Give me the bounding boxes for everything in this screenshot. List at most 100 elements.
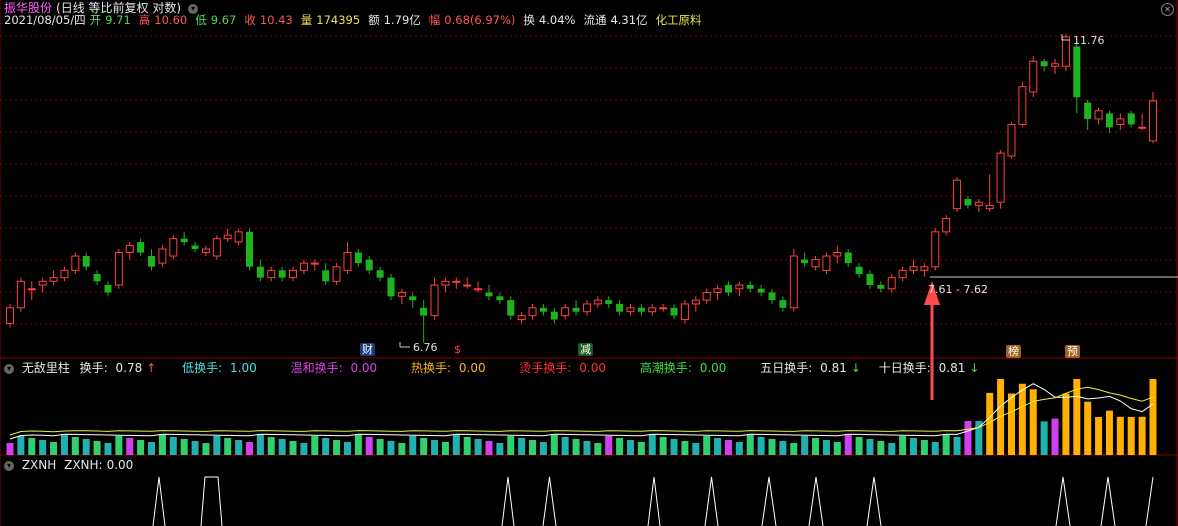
turnover-bar xyxy=(452,435,460,455)
quote-bar: 2021/08/05/四开 9.71 高 10.60 低 9.67 收 10.43 量 17439… xyxy=(4,13,702,27)
turnover-bar xyxy=(790,443,798,455)
candle-up xyxy=(626,307,635,313)
indicator2-name[interactable]: ZXNH xyxy=(22,458,56,472)
float-value: 4.31亿 xyxy=(610,13,648,27)
candle-up xyxy=(267,269,276,279)
min-price-label: 6.76 xyxy=(413,341,438,354)
turnover-bar xyxy=(812,438,820,455)
turnover-bar xyxy=(1138,416,1146,455)
indicator2-chevron-icon[interactable]: ▾ xyxy=(4,460,14,471)
turnover-bar xyxy=(202,443,210,455)
candle-down xyxy=(866,273,874,286)
turnover-bar xyxy=(997,379,1005,455)
candle-down xyxy=(420,307,428,316)
finance-badge[interactable]: 财 xyxy=(360,343,375,356)
turnover-bar xyxy=(539,442,547,455)
close-icon[interactable]: ✕ xyxy=(1161,3,1174,16)
reduce-badge[interactable]: 减 xyxy=(578,343,593,356)
candle-down xyxy=(1127,113,1135,125)
turnover-bar xyxy=(899,436,907,455)
turnover-bar xyxy=(768,439,776,455)
turnover-bar xyxy=(616,438,624,455)
candle-up xyxy=(212,238,221,257)
industry-label: 化工原料 xyxy=(655,13,702,27)
forecast-badge[interactable]: 预 xyxy=(1065,345,1080,358)
candle-up xyxy=(1007,123,1016,157)
candle-up xyxy=(441,280,450,286)
candle-up xyxy=(474,288,483,291)
range-label: 7.61 - 7.62 xyxy=(928,283,988,296)
turnover-bar xyxy=(822,440,830,455)
turnover-bar xyxy=(289,441,297,455)
candle-up xyxy=(931,231,940,268)
candle-down xyxy=(616,303,624,312)
turnover-bar xyxy=(518,438,526,455)
turnover-bar xyxy=(626,440,634,455)
rank-badge[interactable]: 榜 xyxy=(1006,345,1021,358)
turnover-bar xyxy=(1040,421,1048,455)
indicator1-chevron-icon[interactable]: ▾ xyxy=(4,363,14,374)
ind-10day-turnover: 十日换手: 0.81 ↓ xyxy=(878,361,980,375)
indicator1-header: ▾ 无敌里柱 换手: 0.78 ↑ 低换手: 1.00 温和换手: 0.00 热换… xyxy=(4,360,987,376)
candle-down xyxy=(757,288,765,293)
signal-triangle xyxy=(501,476,515,526)
turnover-bar xyxy=(550,435,558,455)
candle-up xyxy=(702,292,711,301)
turnover-bar xyxy=(801,436,809,455)
candle-up xyxy=(593,299,602,305)
ind-turnover: 换手: 0.78 ↑ xyxy=(79,361,157,375)
indicator2-label: ZXNH: xyxy=(64,458,103,472)
candle-up xyxy=(909,266,918,271)
candle-up xyxy=(985,204,994,210)
chart-canvas: 11.76 6.76 7.61 - 7.62 xyxy=(0,0,1178,526)
candle-up xyxy=(974,201,983,206)
change-value: 0.68(6.97%) xyxy=(444,13,516,27)
candle-up xyxy=(16,280,25,309)
candle-down xyxy=(180,238,188,243)
turnover-bar xyxy=(463,437,471,455)
indicator2-value: 0.00 xyxy=(106,458,134,472)
candle-down xyxy=(768,292,776,301)
dollar-badge[interactable]: $ xyxy=(452,343,463,356)
signal-triangle xyxy=(647,476,661,526)
turnover-bar xyxy=(441,442,449,455)
candle-up xyxy=(1061,36,1070,67)
turnover-bar xyxy=(474,439,482,455)
candle-up xyxy=(517,315,526,321)
candle-down xyxy=(844,252,852,264)
candle-down xyxy=(82,256,90,267)
candle-down xyxy=(779,300,787,308)
turnover-bar xyxy=(714,438,722,455)
turnover-bar xyxy=(931,442,939,455)
candle-down xyxy=(605,300,613,304)
candle-down xyxy=(376,270,384,278)
turnover-value: 4.04% xyxy=(538,13,576,27)
turnover-bar xyxy=(670,439,678,455)
candle-up xyxy=(953,179,962,210)
indicator1-name[interactable]: 无敌里柱 xyxy=(22,361,70,375)
candlestick-series[interactable] xyxy=(6,34,1157,343)
candle-up xyxy=(234,231,243,243)
high-value: 10.60 xyxy=(154,13,188,27)
candle-down xyxy=(409,296,417,301)
close-value: 10.43 xyxy=(259,13,293,27)
ind-climax-turnover: 高潮换手: 0.00 xyxy=(639,361,727,375)
candle-down xyxy=(964,198,972,206)
candle-down xyxy=(801,259,809,264)
ind-5day-turnover: 五日换手: 0.81 ↓ xyxy=(760,361,861,375)
turnover-bar xyxy=(877,441,885,455)
candle-up xyxy=(659,307,668,310)
signal-triangle xyxy=(808,476,824,526)
turnover-bar xyxy=(888,443,896,455)
candle-up xyxy=(463,284,472,287)
signal-trapezoid xyxy=(200,476,223,526)
turnover-bar xyxy=(1149,379,1157,455)
candle-up xyxy=(397,292,406,297)
turnover-bar xyxy=(648,435,656,455)
turnover-bar xyxy=(93,441,101,455)
candle-up xyxy=(1116,118,1125,125)
candle-down xyxy=(365,259,373,271)
turnover-bar xyxy=(561,437,569,455)
max-price-label: 11.76 xyxy=(1073,34,1105,47)
turnover-bar xyxy=(115,436,123,455)
